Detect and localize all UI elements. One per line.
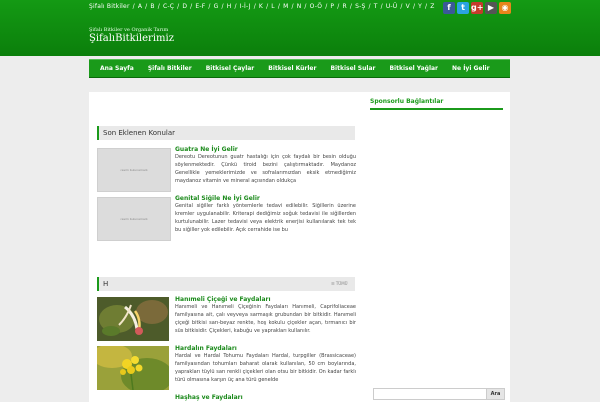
alpha-separator: / — [412, 3, 416, 10]
alpha-separator: / — [277, 3, 281, 10]
recent-text-2: Genital siğiller farklı yöntemlerle teda… — [175, 203, 356, 233]
nav-item[interactable]: Bitkisel Sular — [323, 60, 382, 77]
alpha-separator: / — [221, 3, 224, 10]
alpha-link[interactable]: N — [297, 3, 302, 10]
alpha-separator: / — [380, 3, 383, 10]
alpha-link[interactable]: I-İ-J — [240, 3, 251, 10]
alpha-link[interactable]: D — [182, 3, 187, 10]
search-input[interactable] — [373, 388, 487, 400]
alpha-link[interactable]: Şifalı Bitkiler — [89, 3, 130, 10]
site-logo[interactable]: ŞifalıBitkilerimiz — [89, 33, 174, 44]
mustard-image[interactable] — [97, 346, 169, 390]
youtube-icon[interactable]: ▶ — [485, 2, 497, 14]
alpha-separator: / — [337, 3, 340, 10]
search-button[interactable]: Ara — [486, 388, 505, 400]
alpha-separator: / — [253, 3, 256, 10]
honeysuckle-image[interactable] — [97, 297, 169, 341]
social-links: f t g+ ▶ ◉ — [443, 2, 511, 14]
alpha-link[interactable]: M — [283, 3, 288, 10]
recent-title-2[interactable]: Genital Siğile Ne İyi Gelir — [175, 195, 260, 202]
all-link[interactable]: ☰ TÜMÜ — [331, 281, 348, 286]
sponsored-links-title: Sponsorlu Bağlantılar — [370, 98, 503, 110]
alpha-link[interactable]: S-Ş — [355, 3, 365, 10]
alpha-separator: / — [425, 3, 428, 10]
recent-thumb-1[interactable]: resim bulunamadı — [97, 148, 171, 192]
h-title-2[interactable]: Hardalın Faydaları — [175, 345, 237, 352]
alpha-separator: / — [208, 3, 211, 10]
alpha-link[interactable]: T — [374, 3, 378, 10]
alpha-separator: / — [266, 3, 269, 10]
nav-item[interactable]: Ana Sayfa — [89, 60, 141, 77]
main-nav: Ana Sayfa Şifalı Bitkiler Bitkisel Çaylar B… — [89, 59, 510, 78]
alpha-link[interactable]: O-Ö — [310, 3, 323, 10]
twitter-icon[interactable]: t — [457, 2, 469, 14]
alpha-link[interactable]: B — [150, 3, 154, 10]
nav-item[interactable]: Bitkisel Yağlar — [382, 60, 445, 77]
alpha-separator: / — [304, 3, 307, 10]
alpha-link[interactable]: R — [342, 3, 346, 10]
nav-item[interactable]: Bitkisel Çaylar — [199, 60, 262, 77]
recent-text-1: Dereotu Dereotunun guatr hastalığı için … — [175, 154, 356, 184]
nav-item[interactable]: Bitkisel Kürler — [261, 60, 323, 77]
alpha-separator: / — [234, 3, 237, 10]
alpha-link[interactable]: A — [138, 3, 142, 10]
facebook-icon[interactable]: f — [443, 2, 455, 14]
alpha-link[interactable]: C-Ç — [163, 3, 174, 10]
alpha-link[interactable]: L — [271, 3, 275, 10]
nav-item[interactable]: Ne İyi Gelir — [445, 60, 497, 77]
alphabet-nav: Şifalı Bitkiler / A / B / C-Ç / D / E-F / G / H / I-İ-J /… — [89, 3, 438, 10]
h-text-2: Hardal ve Hardal Tohumu Faydaları Hardal… — [175, 353, 356, 383]
alpha-link[interactable]: H — [227, 3, 232, 10]
alpha-separator: / — [400, 3, 403, 10]
section-h-heading: H — [97, 277, 355, 291]
alpha-separator: / — [349, 3, 353, 10]
alpha-separator: / — [157, 3, 160, 10]
recent-heading: Son Eklenen Konular — [97, 126, 355, 140]
google-plus-icon[interactable]: g+ — [471, 2, 483, 14]
site-header: Şifalı Bitkiler / A / B / C-Ç / D / E-F / G / H / I-İ-J /… — [0, 0, 600, 56]
alpha-separator: / — [325, 3, 328, 10]
alpha-separator: / — [190, 3, 193, 10]
alpha-separator: / — [177, 3, 180, 10]
nav-item[interactable]: Şifalı Bitkiler — [141, 60, 199, 77]
alpha-separator: / — [291, 3, 294, 10]
alpha-link[interactable]: G — [214, 3, 219, 10]
alpha-link[interactable]: Z — [430, 3, 434, 10]
h-text-1: Hanımeli ve Hanımeli Çiçeğinin Faydaları… — [175, 304, 356, 334]
sidebar: Sponsorlu Bağlantılar — [370, 98, 503, 110]
alpha-separator: / — [368, 3, 371, 10]
alpha-separator: / — [132, 3, 135, 10]
alpha-link[interactable]: U-Ü — [386, 3, 398, 10]
alpha-link[interactable]: E-F — [195, 3, 205, 10]
alpha-link[interactable]: V — [406, 3, 410, 10]
recent-thumb-2[interactable]: resim bulunamadı — [97, 197, 171, 241]
rss-icon[interactable]: ◉ — [499, 2, 511, 14]
alpha-link[interactable]: K — [259, 3, 263, 10]
alpha-link[interactable]: Y — [418, 3, 422, 10]
h-title-1[interactable]: Hanımeli Çiçeği ve Faydaları — [175, 296, 271, 303]
alpha-link[interactable]: P — [330, 3, 334, 10]
alpha-separator: / — [145, 3, 148, 10]
recent-title-1[interactable]: Guatra Ne İyi Gelir — [175, 146, 238, 153]
